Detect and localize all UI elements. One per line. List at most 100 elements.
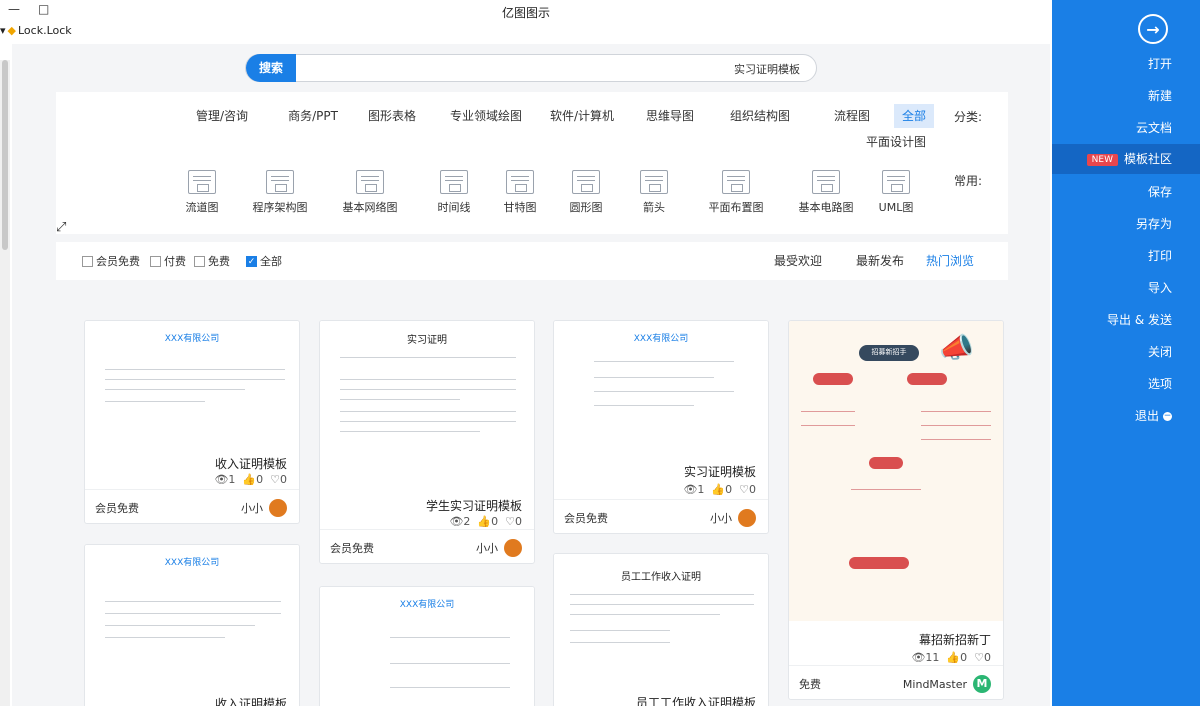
sort-tab-popular[interactable]: 热门浏览 <box>926 252 974 269</box>
category-graphic-table[interactable]: 图形表格 <box>360 104 424 128</box>
doc-heading: 员工工作收入证明 <box>621 572 701 583</box>
search-button[interactable]: 搜索 <box>246 54 296 82</box>
gantt-icon <box>506 170 534 194</box>
category-management[interactable]: 管理/咨询 <box>188 104 256 128</box>
sidebar-item-options[interactable]: 选项 <box>1148 369 1172 399</box>
sidebar-item-exit[interactable]: 退出 − <box>1135 401 1172 431</box>
category-all[interactable]: 全部 <box>893 104 934 128</box>
common-timeline[interactable]: 时间线 <box>418 170 490 215</box>
user-account[interactable]: ▾ ◆ Lock.Lock <box>0 24 72 37</box>
sidebar-item-save-as[interactable]: 另存为 <box>1136 209 1172 239</box>
expand-icon[interactable]: ⤢ <box>56 220 66 235</box>
doc-heading: XXX有限公司 <box>164 334 220 344</box>
doc-line <box>105 369 285 370</box>
sidebar-item-close[interactable]: 关闭 <box>1148 337 1172 367</box>
card-title: 收入证明模板 <box>214 457 287 471</box>
template-card[interactable]: 实习证明 学生实习证明模板 👁2 👍0 ♡0 小小 会员免费 <box>319 320 535 564</box>
sidebar-item-template-community[interactable]: NEW 模板社区 <box>1052 144 1200 174</box>
mm-branch <box>801 411 855 412</box>
common-circuit[interactable]: 基本电路图 <box>790 170 862 215</box>
common-network[interactable]: 基本网络图 <box>334 170 406 215</box>
filter-member-free[interactable]: 会员免费 <box>82 253 140 269</box>
doc-line <box>105 601 281 602</box>
category-org-chart[interactable]: 组织结构图 <box>722 104 798 128</box>
sort-bar: 热门浏览 最新发布 最受欢迎 ✓ 全部 免费 付费 会员免费 <box>56 242 1008 280</box>
sort-tab-favorite[interactable]: 最受欢迎 <box>774 252 822 269</box>
sidebar-item-print[interactable]: 打印 <box>1148 241 1172 271</box>
template-community-panel: 搜索 分类: 全部 流程图 组织结构图 思维导图 软件/计算机 专业领域绘图 图… <box>12 44 1050 706</box>
minimize-button[interactable]: — <box>8 2 20 16</box>
mm-root-node: 招募新招手 <box>859 345 919 361</box>
template-card[interactable]: XXX有限公司 收入证明模板 <box>84 544 300 706</box>
common-runner[interactable]: 流道图 <box>166 170 238 215</box>
common-architecture[interactable]: 程序架构图 <box>244 170 316 215</box>
card-preview: XXX有限公司 <box>554 321 768 451</box>
common-gantt[interactable]: 甘特图 <box>484 170 556 215</box>
comment-icon: ♡ <box>505 515 515 528</box>
category-software[interactable]: 软件/计算机 <box>542 104 622 128</box>
arrows-icon <box>640 170 668 194</box>
category-flowchart[interactable]: 流程图 <box>826 104 878 128</box>
doc-line <box>105 379 285 380</box>
architecture-icon <box>266 170 294 194</box>
sidebar-item-cloud-docs[interactable]: 云文档 <box>1136 113 1172 143</box>
sidebar-item-open[interactable]: 打开 <box>1148 49 1172 79</box>
card-footer: 小小 会员免费 <box>85 489 299 523</box>
mm-branch <box>801 425 855 426</box>
sidebar-item-export-send[interactable]: 导出 & 发送 <box>1107 305 1172 335</box>
card-stats: 👁2 👍0 ♡0 <box>449 515 522 528</box>
category-mind-map[interactable]: 思维导图 <box>638 104 702 128</box>
template-card[interactable]: 员工工作收入证明 员工工作收入证明模板 <box>553 553 769 706</box>
filter-free[interactable]: 免费 <box>194 253 230 269</box>
card-preview: 员工工作收入证明 <box>554 554 768 684</box>
common-label: 常用: <box>953 174 982 188</box>
sidebar-item-label: 退出 <box>1134 409 1159 423</box>
scrollbar[interactable] <box>0 60 10 706</box>
card-price: 免费 <box>799 678 821 691</box>
template-card[interactable]: 招募新招手 📣 幕招新招新丁 👁11 👍0 ♡0 MindMaster M 免费 <box>788 320 1004 700</box>
card-preview: XXX有限公司 <box>85 321 299 445</box>
template-card[interactable]: XXX有限公司 实习证明模板 👁1 👍0 ♡0 小小 会员免费 <box>553 320 769 534</box>
title-bar: 亿图图示 — □ ▾ ◆ Lock.Lock <box>0 0 1052 37</box>
views-icon: 👁 <box>683 483 698 496</box>
doc-line <box>570 642 670 643</box>
template-card[interactable]: XXX有限公司 收入证明模板 👁1 👍0 ♡0 小小 会员免费 <box>84 320 300 524</box>
checkbox <box>150 255 161 267</box>
filter-all[interactable]: ✓ 全部 <box>246 253 282 269</box>
doc-line <box>570 594 754 595</box>
category-graphic-design[interactable]: 平面设计图 <box>858 130 934 154</box>
doc-line <box>340 411 516 412</box>
scrollbar-thumb[interactable] <box>2 60 8 250</box>
back-arrow-icon[interactable]: → <box>1138 14 1168 44</box>
sidebar-item-import[interactable]: 导入 <box>1148 273 1172 303</box>
card-author: 小小 <box>710 509 756 527</box>
sort-tab-newest[interactable]: 最新发布 <box>856 252 904 269</box>
search-input[interactable] <box>302 60 802 78</box>
card-preview: XXX有限公司 <box>320 587 534 706</box>
sidebar-item-new[interactable]: 新建 <box>1148 81 1172 111</box>
card-preview: 招募新招手 📣 <box>789 321 1003 621</box>
card-title: 实习证明模板 <box>683 465 756 479</box>
sidebar-item-save[interactable]: 保存 <box>1148 177 1172 207</box>
sidebar: → 打开 新建 云文档 NEW 模板社区 保存 另存为 打印 导入 导出 & 发送… <box>1052 0 1200 706</box>
card-price: 会员免费 <box>95 502 139 515</box>
card-stats: 👁1 👍0 ♡0 <box>214 473 287 486</box>
doc-line <box>570 604 754 605</box>
megaphone-icon: 📣 <box>939 331 974 364</box>
template-card[interactable]: XXX有限公司 <box>319 586 535 706</box>
card-title: 收入证明模板 <box>214 697 287 706</box>
timeline-icon <box>440 170 468 194</box>
maximize-button[interactable]: □ <box>38 2 49 16</box>
common-arrows[interactable]: 箭头 <box>618 170 690 215</box>
common-uml[interactable]: UML图 <box>860 170 932 215</box>
category-professional[interactable]: 专业领域绘图 <box>442 104 530 128</box>
common-floor-plan[interactable]: 平面布置图 <box>700 170 772 215</box>
like-icon: 👍 <box>477 515 492 528</box>
common-circle-chart[interactable]: 圆形图 <box>550 170 622 215</box>
category-business-ppt[interactable]: 商务/PPT <box>280 104 346 128</box>
views-icon: 👁 <box>214 473 229 486</box>
filter-paid[interactable]: 付费 <box>150 253 186 269</box>
like-icon: 👍 <box>711 483 726 496</box>
doc-line <box>594 377 714 378</box>
app-window: 亿图图示 — □ ▾ ◆ Lock.Lock → 打开 新建 云文档 NEW 模板… <box>0 0 1200 706</box>
